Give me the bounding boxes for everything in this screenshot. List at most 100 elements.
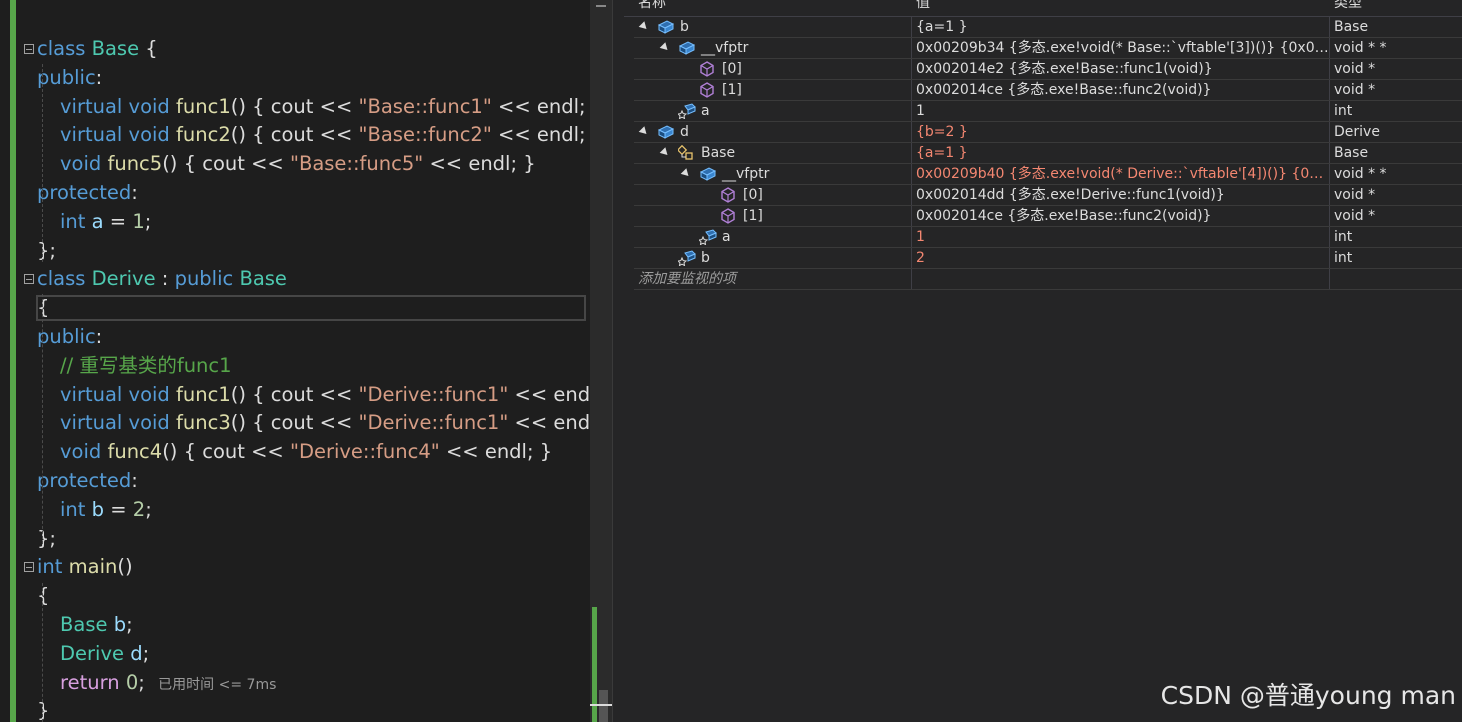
- watch-row[interactable]: d {b=2 } Derive: [634, 122, 1462, 143]
- watch-row[interactable]: [0] 0x002014dd {多态.exe!Derive::func1(void…: [634, 185, 1462, 206]
- code-line[interactable]: protected:: [37, 466, 138, 495]
- expand-triangle-icon[interactable]: [659, 147, 671, 158]
- code-token: endl; }: [553, 382, 590, 406]
- code-token: cout: [270, 411, 320, 435]
- scrollbar-thumb[interactable]: [599, 690, 608, 722]
- code-line[interactable]: void func4() { cout << "Derive::func4" <…: [60, 437, 552, 466]
- code-token: :: [95, 65, 103, 89]
- watch-value[interactable]: 0x002014dd {多态.exe!Derive::func1(void)}: [916, 185, 1329, 205]
- code-line[interactable]: int a = 1;: [60, 207, 151, 236]
- watch-row[interactable]: [0] 0x002014e2 {多态.exe!Base::func1(void)}…: [634, 59, 1462, 80]
- code-line[interactable]: virtual void func2() { cout << "Base::fu…: [60, 120, 590, 149]
- column-header-type[interactable]: 类型: [1334, 0, 1362, 16]
- column-header-name[interactable]: 名称: [638, 0, 666, 16]
- collapse-toggle-icon[interactable]: [24, 44, 34, 54]
- watch-value[interactable]: 1: [916, 227, 1329, 247]
- code-token: <<: [508, 382, 554, 406]
- watch-value[interactable]: 0x002014e2 {多态.exe!Base::func1(void)}: [916, 59, 1329, 79]
- watch-value[interactable]: 2: [916, 248, 1329, 268]
- expand-triangle-icon[interactable]: [659, 42, 671, 53]
- code-line[interactable]: void func5() { cout << "Base::func5" << …: [60, 149, 536, 178]
- expand-triangle-icon[interactable]: [638, 126, 650, 137]
- watch-name-cell: a: [634, 101, 911, 121]
- code-line[interactable]: {: [37, 293, 49, 322]
- watch-name-cell: [1]: [634, 80, 911, 100]
- code-line[interactable]: virtual void func1() { cout << "Derive::…: [60, 380, 590, 409]
- code-token: endl; }: [536, 123, 586, 147]
- watch-row[interactable]: a 1 int: [634, 227, 1462, 248]
- watch-value[interactable]: 0x002014ce {多态.exe!Base::func2(void)}: [916, 206, 1329, 226]
- code-token: Derive: [91, 267, 156, 291]
- watch-type: Derive: [1334, 124, 1380, 140]
- code-token: <<: [491, 94, 537, 118]
- perf-tip[interactable]: 已用时间 <= 7ms: [145, 677, 276, 693]
- code-line[interactable]: public:: [37, 63, 102, 92]
- code-editor[interactable]: class Base {public: virtual void func1() …: [0, 0, 590, 722]
- code-line[interactable]: {: [37, 581, 49, 610]
- add-watch-placeholder[interactable]: 添加要监视的项: [638, 269, 915, 289]
- collapse-toggle-icon[interactable]: [24, 562, 34, 573]
- editor-vertical-scrollbar[interactable]: [590, 0, 612, 722]
- code-token: (): [117, 555, 133, 579]
- code-token: :: [131, 469, 138, 492]
- watch-type: void * *: [1334, 166, 1387, 182]
- code-line[interactable]: };: [37, 524, 56, 553]
- watch-value[interactable]: 0x00209b40 {多态.exe!void(* Derive::`vftab…: [916, 164, 1329, 184]
- code-line[interactable]: virtual void func3() { cout << "Derive::…: [60, 408, 590, 437]
- watch-type: Base: [1334, 19, 1369, 35]
- cube-icon: [720, 208, 738, 224]
- code-token: :: [95, 325, 103, 348]
- watch-row[interactable]: __vfptr 0x00209b34 {多态.exe!void(* Base::`…: [634, 38, 1462, 59]
- expand-triangle-icon[interactable]: [680, 168, 692, 179]
- watch-value[interactable]: {a=1 }: [916, 143, 1329, 163]
- watch-value[interactable]: 0x002014ce {多态.exe!Base::func2(void)}: [916, 80, 1329, 100]
- watch-name: d: [680, 124, 689, 140]
- watch-row[interactable]: Base {a=1 } Base: [634, 143, 1462, 164]
- code-token: () {: [230, 411, 271, 435]
- code-token: int: [37, 555, 69, 579]
- code-line[interactable]: class Base {: [37, 34, 158, 63]
- code-token: virtual: [60, 123, 129, 147]
- expand-triangle-icon[interactable]: [638, 21, 650, 32]
- code-line[interactable]: virtual void func1() { cout << "Base::fu…: [60, 92, 590, 121]
- code-line[interactable]: // 重写基类的func1: [60, 351, 232, 380]
- watch-row[interactable]: a 1 int: [634, 101, 1462, 122]
- code-line[interactable]: int b = 2;: [60, 495, 152, 524]
- code-token: () {: [162, 152, 203, 176]
- code-line[interactable]: };: [37, 236, 56, 265]
- watch-type: void *: [1334, 208, 1376, 224]
- add-watch-row[interactable]: 添加要监视的项: [634, 269, 1462, 290]
- scrollbar-top-marker: [596, 5, 606, 15]
- code-line[interactable]: class Derive : public Base: [37, 264, 287, 293]
- code-token: <<: [251, 152, 290, 176]
- watch-row[interactable]: [1] 0x002014ce {多态.exe!Base::func2(void)}…: [634, 206, 1462, 227]
- code-line[interactable]: }: [37, 696, 49, 722]
- watch-value[interactable]: 0x00209b34 {多态.exe!void(* Base::`vftable…: [916, 38, 1329, 58]
- watch-row[interactable]: __vfptr 0x00209b40 {多态.exe!void(* Derive:…: [634, 164, 1462, 185]
- code-line[interactable]: protected:: [37, 178, 138, 207]
- code-token: <<: [319, 382, 359, 406]
- change-tracking-bar: [10, 0, 16, 722]
- watch-name: [0]: [743, 187, 763, 203]
- code-line[interactable]: return 0; 已用时间 <= 7ms: [60, 668, 276, 697]
- code-token: <<: [508, 411, 554, 435]
- star-icon: [697, 229, 717, 246]
- code-line[interactable]: public:: [37, 322, 102, 351]
- obj-icon: [657, 19, 675, 35]
- code-line[interactable]: Base b;: [60, 610, 133, 639]
- code-line[interactable]: Derive d;: [60, 639, 149, 668]
- watch-row[interactable]: [1] 0x002014ce {多态.exe!Base::func2(void)}…: [634, 80, 1462, 101]
- code-token: cout: [270, 94, 320, 118]
- watch-value[interactable]: {a=1 }: [916, 17, 1329, 37]
- watch-value[interactable]: 1: [916, 101, 1329, 121]
- column-header-value[interactable]: 值: [916, 0, 930, 16]
- watch-name-cell: a: [634, 227, 911, 247]
- watch-row[interactable]: b 2 int: [634, 248, 1462, 269]
- collapse-toggle-icon[interactable]: [24, 274, 34, 285]
- code-line[interactable]: int main(): [37, 552, 133, 581]
- watch-row[interactable]: b {a=1 } Base: [634, 17, 1462, 38]
- code-token: 1: [132, 209, 145, 233]
- code-token: Base: [91, 37, 140, 60]
- code-token: Base: [60, 613, 114, 636]
- watch-value[interactable]: {b=2 }: [916, 122, 1329, 142]
